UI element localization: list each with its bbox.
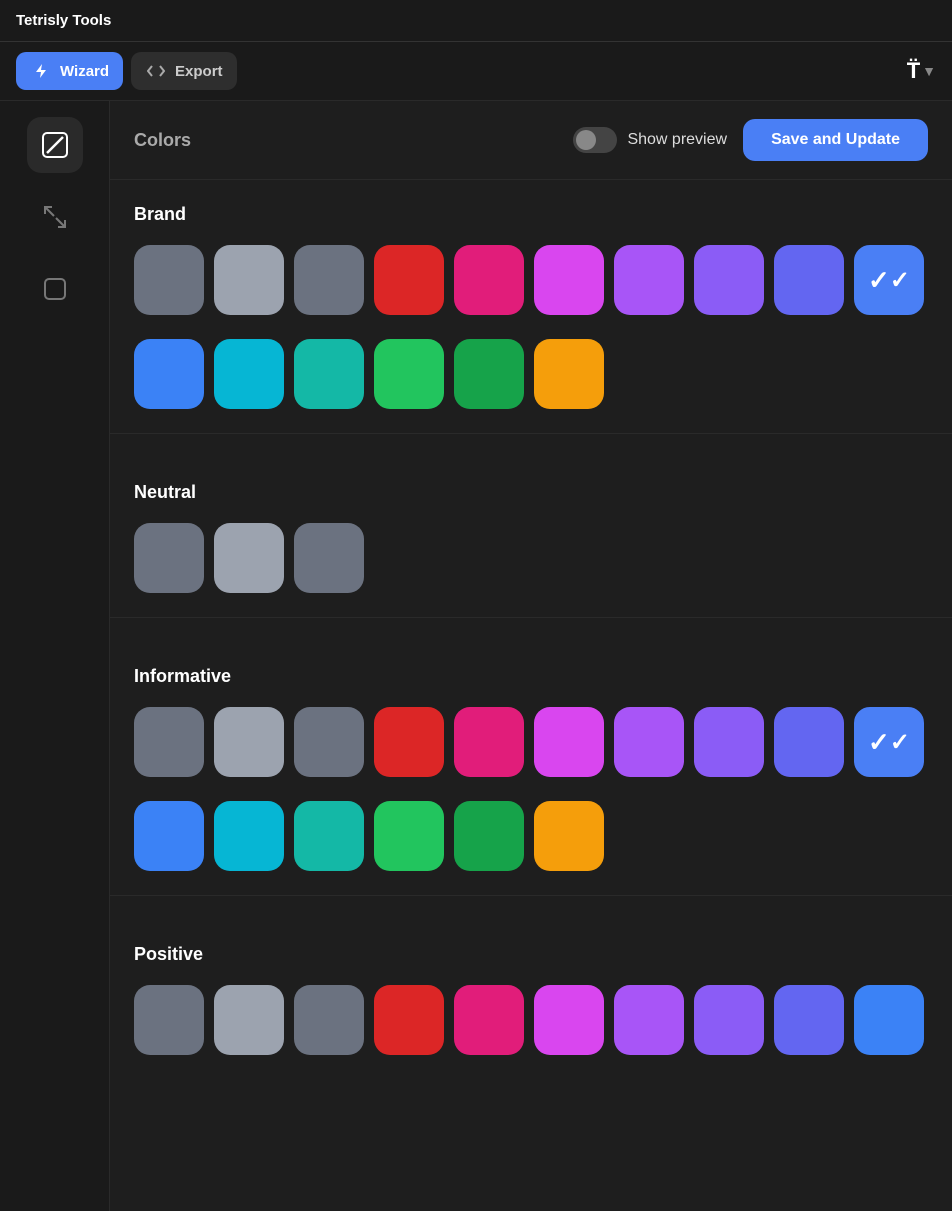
main-layout: Colors Show preview Save and Update Bran… (0, 101, 952, 1211)
export-button[interactable]: Export (131, 52, 237, 90)
informative-row2 (134, 801, 928, 871)
color-swatch-i4[interactable] (374, 707, 444, 777)
color-swatch-b1[interactable] (134, 245, 204, 315)
color-swatch-b12[interactable] (214, 339, 284, 409)
color-swatch-i15[interactable] (454, 801, 524, 871)
color-swatch-i1[interactable] (134, 707, 204, 777)
nav-bar: Wizard Export T̈ ▼ (0, 42, 952, 101)
sidebar-item-square[interactable] (27, 261, 83, 317)
informative-row1: ✓ (134, 707, 928, 777)
nav-right: T̈ ▼ (907, 58, 936, 84)
color-swatch-i7[interactable] (614, 707, 684, 777)
neutral-title: Neutral (134, 482, 928, 503)
content-area: Colors Show preview Save and Update Bran… (110, 101, 952, 1211)
informative-section: Informative ✓ (110, 642, 952, 871)
brand-divider (110, 433, 952, 434)
content-header: Colors Show preview Save and Update (110, 101, 952, 180)
color-swatch-i5[interactable] (454, 707, 524, 777)
neutral-divider (110, 617, 952, 618)
color-swatch-p8[interactable] (694, 985, 764, 1055)
color-swatch-b11[interactable] (134, 339, 204, 409)
color-swatch-n3[interactable] (294, 523, 364, 593)
export-label: Export (175, 63, 223, 80)
informative-divider (110, 895, 952, 896)
color-swatch-p1[interactable] (134, 985, 204, 1055)
color-swatch-b10[interactable]: ✓ (854, 245, 924, 315)
brand-title: Brand (134, 204, 928, 225)
positive-title: Positive (134, 944, 928, 965)
section-title: Colors (134, 130, 191, 151)
color-swatch-i12[interactable] (214, 801, 284, 871)
positive-section: Positive (110, 920, 952, 1055)
color-swatch-i6[interactable] (534, 707, 604, 777)
positive-row1 (134, 985, 928, 1055)
color-swatch-b6[interactable] (534, 245, 604, 315)
sidebar-item-expand[interactable] (27, 189, 83, 245)
sidebar-item-slash[interactable] (27, 117, 83, 173)
bolt-icon (30, 60, 52, 82)
color-swatch-i8[interactable] (694, 707, 764, 777)
color-swatch-i16[interactable] (534, 801, 604, 871)
wizard-button[interactable]: Wizard (16, 52, 123, 90)
color-swatch-p5[interactable] (454, 985, 524, 1055)
color-swatch-i2[interactable] (214, 707, 284, 777)
color-swatch-b4[interactable] (374, 245, 444, 315)
color-swatch-p9[interactable] (774, 985, 844, 1055)
app-title: Tetrisly Tools (16, 12, 111, 29)
color-swatch-p4[interactable] (374, 985, 444, 1055)
color-swatch-b8[interactable] (694, 245, 764, 315)
color-swatch-n1[interactable] (134, 523, 204, 593)
color-swatch-n2[interactable] (214, 523, 284, 593)
show-preview-toggle[interactable] (573, 127, 617, 153)
nav-logo: T̈ (907, 58, 918, 84)
color-swatch-p7[interactable] (614, 985, 684, 1055)
color-swatch-b3[interactable] (294, 245, 364, 315)
chevron-down-icon[interactable]: ▼ (922, 63, 936, 79)
neutral-section: Neutral (110, 458, 952, 593)
color-swatch-i11[interactable] (134, 801, 204, 871)
color-swatch-b7[interactable] (614, 245, 684, 315)
color-swatch-b15[interactable] (454, 339, 524, 409)
color-swatch-i3[interactable] (294, 707, 364, 777)
color-swatch-i14[interactable] (374, 801, 444, 871)
color-swatch-p2[interactable] (214, 985, 284, 1055)
color-swatch-i10[interactable]: ✓ (854, 707, 924, 777)
title-bar: Tetrisly Tools (0, 0, 952, 42)
color-swatch-b16[interactable] (534, 339, 604, 409)
sidebar (0, 101, 110, 1211)
color-swatch-i9[interactable] (774, 707, 844, 777)
brand-row2 (134, 339, 928, 409)
brand-section: Brand ✓ (110, 180, 952, 409)
color-swatch-b2[interactable] (214, 245, 284, 315)
brand-row1: ✓ (134, 245, 928, 315)
color-swatch-b13[interactable] (294, 339, 364, 409)
color-swatch-p10[interactable] (854, 985, 924, 1055)
color-swatch-i13[interactable] (294, 801, 364, 871)
color-swatch-p6[interactable] (534, 985, 604, 1055)
toggle-knob (576, 130, 596, 150)
show-preview-label: Show preview (627, 131, 727, 149)
show-preview-toggle-label[interactable]: Show preview (573, 127, 727, 153)
save-and-update-button[interactable]: Save and Update (743, 119, 928, 161)
informative-title: Informative (134, 666, 928, 687)
color-swatch-b9[interactable] (774, 245, 844, 315)
wizard-label: Wizard (60, 63, 109, 80)
neutral-row1 (134, 523, 928, 593)
color-swatch-b5[interactable] (454, 245, 524, 315)
color-swatch-p3[interactable] (294, 985, 364, 1055)
code-icon (145, 60, 167, 82)
color-swatch-b14[interactable] (374, 339, 444, 409)
